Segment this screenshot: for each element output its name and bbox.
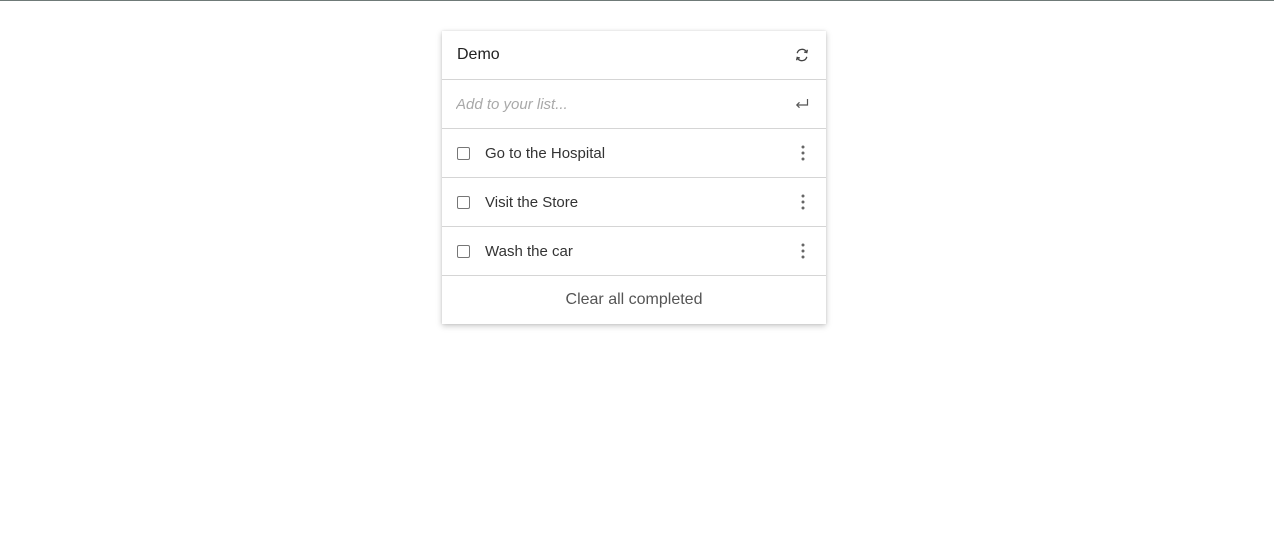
add-item-row	[442, 80, 826, 129]
item-label: Wash the car	[485, 242, 573, 260]
clear-completed-button[interactable]: Clear all completed	[566, 291, 703, 309]
list-title: Demo	[457, 46, 500, 63]
list-item: Visit the Store	[442, 178, 826, 227]
more-vertical-icon[interactable]	[798, 144, 808, 162]
card-footer: Clear all completed	[442, 276, 826, 324]
list-item: Go to the Hospital	[442, 129, 826, 178]
todo-card: Demo Go to the Hospital	[442, 31, 826, 324]
card-header: Demo	[442, 31, 826, 80]
top-border-line	[0, 0, 1274, 1]
more-vertical-icon[interactable]	[798, 242, 808, 260]
refresh-icon[interactable]	[792, 45, 812, 65]
item-checkbox[interactable]	[457, 146, 470, 160]
item-checkbox[interactable]	[457, 244, 470, 258]
more-vertical-icon[interactable]	[798, 193, 808, 211]
item-label: Visit the Store	[485, 193, 579, 211]
enter-return-icon[interactable]	[792, 94, 812, 114]
item-checkbox[interactable]	[457, 195, 470, 209]
list-item: Wash the car	[442, 227, 826, 276]
add-item-input[interactable]	[456, 92, 776, 116]
item-label: Go to the Hospital	[485, 144, 606, 162]
